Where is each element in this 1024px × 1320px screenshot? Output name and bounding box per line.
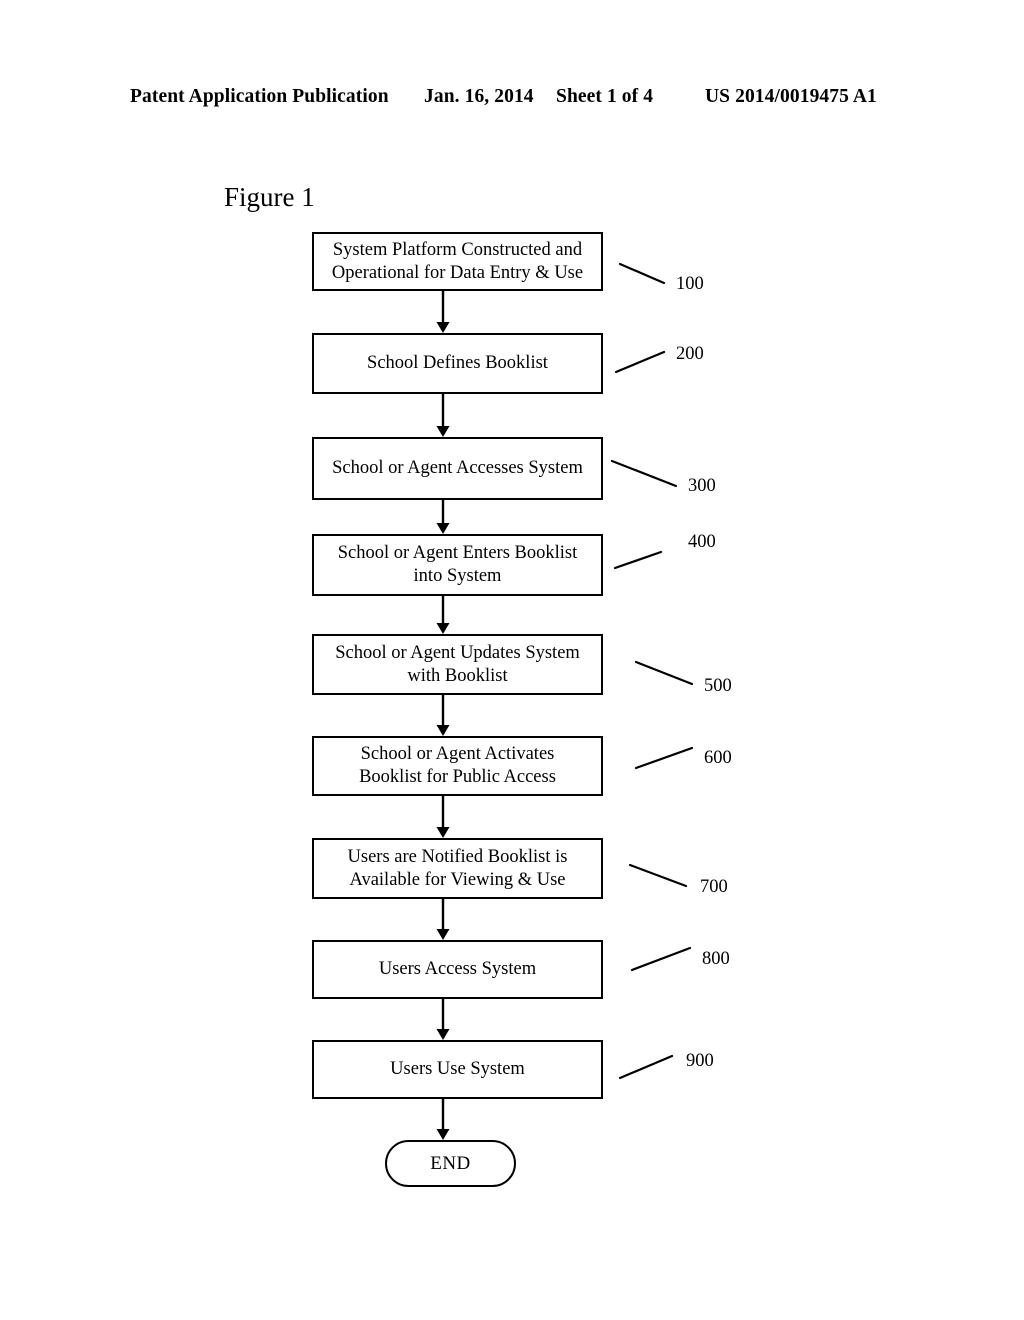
step-label: END <box>430 1152 471 1174</box>
arrowhead-300-to-400 <box>436 523 450 534</box>
leader-line-400 <box>613 550 663 570</box>
arrowhead-900-to-END <box>436 1129 450 1140</box>
reference-numeral-700: 700 <box>700 877 728 897</box>
arrowhead-100-to-200 <box>436 322 450 333</box>
flowchart-terminator-end: END <box>385 1140 516 1187</box>
reference-numeral-800: 800 <box>702 949 730 969</box>
flowchart-step-400: School or Agent Enters Booklist into Syst… <box>312 534 603 596</box>
step-label: School Defines Booklist <box>367 353 548 373</box>
reference-numeral-200: 200 <box>676 344 704 364</box>
leader-line-900 <box>618 1054 674 1080</box>
leader-line-500 <box>634 660 694 686</box>
flowchart-step-600: School or Agent Activates Booklist for Pu… <box>312 736 603 796</box>
step-label: School or Agent Activates Booklist for Pu… <box>359 744 556 787</box>
leader-line-100 <box>618 262 666 285</box>
flowchart-step-500: School or Agent Updates System with Bookl… <box>312 634 603 695</box>
step-label: Users are Notified Booklist is Available … <box>347 846 568 890</box>
leader-line-700 <box>628 863 688 888</box>
arrowhead-700-to-800 <box>436 929 450 940</box>
reference-numeral-900: 900 <box>686 1051 714 1071</box>
flowchart-step-700: Users are Notified Booklist is Available … <box>312 838 603 899</box>
arrowhead-200-to-300 <box>436 426 450 437</box>
step-label: Users Use System <box>390 1059 525 1079</box>
reference-numeral-600: 600 <box>704 748 732 768</box>
flowchart-step-100: System Platform Constructed and Operation… <box>312 232 603 291</box>
flowchart-step-300: School or Agent Accesses System <box>312 437 603 500</box>
flowchart-step-800: Users Access System <box>312 940 603 999</box>
step-label: Users Access System <box>378 959 537 979</box>
step-label: School or Agent Accesses System <box>332 458 583 478</box>
reference-numeral-500: 500 <box>704 676 732 696</box>
leader-line-300 <box>610 459 678 488</box>
arrowhead-600-to-700 <box>436 827 450 838</box>
step-label: System Platform Constructed and Operation… <box>331 239 584 283</box>
arrowhead-800-to-900 <box>436 1029 450 1040</box>
flowchart-step-900: Users Use System <box>312 1040 603 1099</box>
flowchart-step-200: School Defines Booklist <box>312 333 603 394</box>
leader-line-600 <box>634 746 694 770</box>
reference-numeral-100: 100 <box>676 274 704 294</box>
flowchart-diagram: System Platform Constructed and Operation… <box>0 0 1024 1320</box>
leader-line-800 <box>630 946 692 972</box>
reference-leader-lines <box>610 262 694 1080</box>
step-label: School or Agent Updates System with Bookl… <box>335 642 580 686</box>
leader-line-200 <box>614 350 666 374</box>
flow-connectors <box>436 291 450 1140</box>
arrowhead-400-to-500 <box>436 623 450 634</box>
reference-numeral-400: 400 <box>688 532 716 552</box>
step-label: School or Agent Enters Booklist into Syst… <box>337 543 578 586</box>
reference-numeral-300: 300 <box>688 476 716 496</box>
arrowhead-500-to-600 <box>436 725 450 736</box>
